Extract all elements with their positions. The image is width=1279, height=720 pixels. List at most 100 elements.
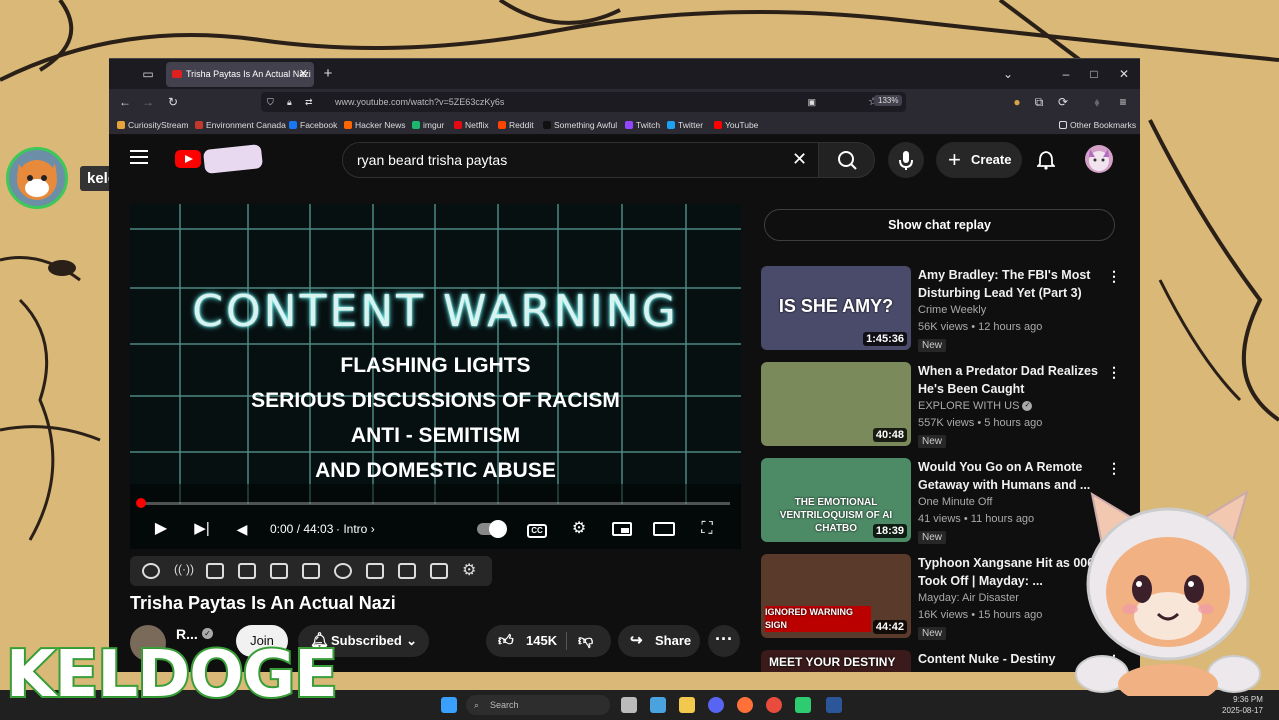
eye-toggle-icon[interactable] — [206, 563, 224, 579]
channel-name[interactable]: Mayday: Air Disaster — [918, 592, 1019, 604]
volume-icon[interactable]: ◀ — [231, 518, 253, 540]
video-thumbnail[interactable]: MEET YOUR DESTINY — [761, 650, 911, 672]
system-clock[interactable]: 9:36 PM 2025-08-17 — [1222, 694, 1263, 716]
sync-icon[interactable]: ⟳ — [1055, 89, 1071, 115]
bookmark-netflix[interactable]: Netflix — [454, 119, 489, 131]
hamburger-menu-icon[interactable] — [130, 150, 148, 164]
share-button[interactable]: ↪ Share — [618, 625, 700, 657]
new-tab-icon[interactable]: + — [319, 59, 337, 89]
lock-icon[interactable]: 🔒︎ — [287, 92, 292, 112]
bookmark-facebook[interactable]: Facebook — [289, 119, 337, 131]
record-app-icon[interactable] — [766, 697, 782, 713]
crop-icon[interactable] — [270, 563, 288, 579]
notifications-bell-icon[interactable] — [1037, 150, 1055, 170]
video-progress-bar[interactable] — [140, 502, 730, 505]
discord-icon[interactable] — [708, 697, 724, 713]
bookmark-twitch[interactable]: Twitch — [625, 119, 660, 131]
zoom-level[interactable]: 133% — [874, 95, 903, 106]
bookmark-curiositystream[interactable]: CuriosityStream — [117, 119, 188, 131]
more-options-icon[interactable]: ⋮ — [1107, 268, 1121, 285]
recommendation-item[interactable]: IS SHE AMY? 1:45:36 Amy Bradley: The FBI's… — [761, 266, 1121, 358]
bookmark-reddit[interactable]: Reddit — [498, 119, 534, 131]
forward-icon[interactable]: → — [140, 89, 156, 115]
next-video-icon[interactable]: ▶| — [191, 518, 213, 540]
tab-close-icon[interactable]: ✕ — [299, 62, 308, 87]
reload-icon[interactable]: ↻ — [165, 89, 181, 115]
shield-icon[interactable]: ⛉ — [267, 92, 274, 112]
tab-dropdown-icon[interactable]: ⌄ — [999, 59, 1017, 89]
more-options-icon[interactable]: ⋮ — [1107, 364, 1121, 381]
word-icon[interactable] — [826, 697, 842, 713]
gear-icon[interactable]: ⚙ — [462, 560, 480, 579]
film-strip-icon[interactable] — [302, 563, 320, 579]
youtube-logo-icon[interactable] — [175, 150, 201, 168]
bookmark-something-awful[interactable]: Something Awful — [543, 119, 617, 131]
bookmark-hacker-news[interactable]: Hacker News — [344, 119, 406, 131]
add-box-icon[interactable] — [366, 563, 384, 579]
bookmark-imgur[interactable]: imgur — [412, 119, 444, 131]
play-icon[interactable]: ▶ — [150, 518, 172, 540]
fullscreen-icon[interactable]: ⛶ — [696, 518, 718, 540]
search-button[interactable] — [818, 142, 875, 178]
search-input[interactable]: ryan beard trisha paytas — [342, 142, 819, 178]
recommendation-item[interactable]: 40:48 When a Predator Dad Realizes He's B… — [761, 362, 1121, 454]
app-menu-icon[interactable]: ≡ — [1115, 89, 1131, 115]
tab-list-icon[interactable]: ▭ — [139, 59, 157, 89]
extensions-icon[interactable]: ⧉ — [1031, 89, 1047, 115]
more-actions-button[interactable]: ··· — [708, 625, 740, 657]
thumbs-down-icon[interactable]: 👎︎ — [578, 625, 593, 657]
youtube-doodle-logo[interactable] — [202, 144, 264, 174]
chapter-button[interactable]: · Intro › — [336, 518, 406, 540]
channel-name[interactable]: One Minute Off — [918, 496, 992, 508]
create-button[interactable]: + Create — [936, 142, 1022, 178]
miniplayer-icon[interactable] — [610, 518, 634, 540]
bookmark-twitter[interactable]: Twitter — [667, 119, 703, 131]
video-thumbnail[interactable]: 40:48 — [761, 362, 911, 446]
broadcast-icon[interactable]: ((·)) — [174, 562, 194, 578]
like-button[interactable]: 👍︎ 145K — [486, 625, 566, 657]
url-bar[interactable]: ⛉ 🔒︎ ⇄ www.youtube.com/watch?v=5ZE63czKy… — [261, 92, 906, 112]
chat-app-icon[interactable] — [795, 697, 811, 713]
video-title[interactable]: Amy Bradley: The FBI's Most Disturbing L… — [918, 266, 1103, 302]
video-title[interactable]: When a Predator Dad Realizes He's Been C… — [918, 362, 1103, 398]
other-bookmarks[interactable]: Other Bookmarks — [1059, 119, 1136, 131]
video-player[interactable]: CONTENT WARNING FLASHING LIGHTS SERIOUS … — [130, 204, 741, 549]
back-icon[interactable]: ← — [117, 89, 133, 115]
video-thumbnail[interactable]: THE EMOTIONAL VENTRILOQUISM OF AI CHATBO… — [761, 458, 911, 542]
speed-gauge-icon[interactable] — [334, 563, 352, 579]
firefox-icon[interactable] — [737, 697, 753, 713]
autoplay-toggle[interactable] — [476, 518, 507, 540]
bookmark-youtube[interactable]: YouTube — [714, 119, 758, 131]
more-options-icon[interactable]: ⋮ — [1107, 460, 1121, 477]
bookmark-environment-canada[interactable]: Environment Canada — [195, 119, 286, 131]
captions-button[interactable]: CC — [526, 518, 548, 540]
extension-icon[interactable]: ● — [1009, 89, 1025, 115]
theater-mode-icon[interactable] — [652, 518, 676, 540]
screenshot-camera-icon[interactable] — [398, 563, 416, 579]
permissions-icon[interactable]: ⇄ — [305, 92, 313, 112]
loop-icon[interactable] — [142, 563, 160, 579]
file-explorer-icon[interactable] — [679, 697, 695, 713]
taskbar-search[interactable]: ⌕ Search — [466, 695, 610, 715]
maximize-icon[interactable]: □ — [1085, 59, 1103, 89]
settings-gear-icon[interactable]: ⚙ — [568, 518, 590, 540]
video-thumbnail[interactable]: IGNORED WARNING SIGN 44:42 — [761, 554, 911, 638]
channel-name[interactable]: Crime Weekly — [918, 304, 986, 316]
show-chat-replay-button[interactable]: Show chat replay — [764, 209, 1115, 241]
task-view-icon[interactable] — [621, 697, 637, 713]
tab-active[interactable]: Trisha Paytas Is An Actual Nazi ✕ — [166, 62, 314, 87]
picture-in-picture-icon[interactable]: ▣ — [807, 92, 816, 112]
user-avatar[interactable] — [1085, 145, 1113, 173]
minimize-icon[interactable]: – — [1057, 59, 1075, 89]
clear-search-icon[interactable]: ✕ — [792, 149, 807, 169]
copilot-icon[interactable] — [650, 697, 666, 713]
keyboard-icon[interactable] — [430, 563, 448, 579]
disabled-extension-icon[interactable]: ⬧ — [1089, 89, 1105, 115]
video-thumbnail[interactable]: IS SHE AMY? 1:45:36 — [761, 266, 911, 350]
voice-search-button[interactable] — [888, 142, 924, 178]
channel-name[interactable]: EXPLORE WITH US ✓ — [918, 400, 1033, 412]
close-window-icon[interactable]: ✕ — [1115, 59, 1133, 89]
windows-start-icon[interactable] — [441, 697, 457, 713]
clapperboard-icon[interactable] — [238, 563, 256, 579]
progress-scrubber-handle[interactable] — [136, 498, 146, 508]
